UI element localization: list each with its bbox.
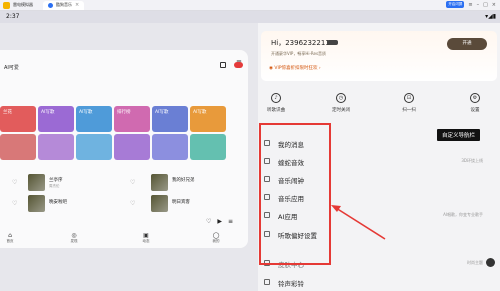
close-icon[interactable]: × bbox=[492, 2, 496, 8]
menu-label: 铃声彩铃 bbox=[278, 280, 304, 288]
greeting-text: Hi，2396232211 bbox=[271, 39, 330, 47]
maximize-icon[interactable]: □ bbox=[483, 2, 488, 8]
category-tile[interactable] bbox=[114, 134, 150, 160]
category-tile[interactable] bbox=[38, 134, 74, 160]
tile-label: 兰花 bbox=[3, 110, 12, 115]
emulator-tab[interactable]: 酷狗音乐 × bbox=[43, 0, 85, 10]
user-icon: ◯ bbox=[212, 232, 220, 239]
category-tile[interactable]: 兰花 bbox=[0, 106, 36, 132]
menu-item-ringtones[interactable]: 铃声彩铃 bbox=[258, 275, 500, 291]
emulator-tab-label: 酷狗音乐 bbox=[56, 2, 72, 7]
category-tile[interactable] bbox=[152, 134, 188, 160]
song-title: 晚安啦吧 bbox=[49, 200, 67, 205]
menu-note: 时尚主题 bbox=[467, 260, 483, 265]
category-tile[interactable]: 排行榜 bbox=[114, 106, 150, 132]
like-icon[interactable]: ♡ bbox=[12, 179, 17, 186]
highlight-box bbox=[259, 123, 331, 265]
song-cover[interactable] bbox=[28, 195, 45, 212]
screen: 雷电模拟器 酷狗音乐 × 开启闪屏 ≡ – □ × 2:37 ▾◢▮ AI可爱 … bbox=[0, 0, 500, 291]
status-time: 2:37 bbox=[6, 13, 20, 20]
quick-label: 听歌识曲 bbox=[267, 108, 285, 113]
song-cover[interactable] bbox=[151, 195, 168, 212]
song-title: 兰亭序 bbox=[49, 178, 63, 183]
emulator-titlebar: 雷电模拟器 酷狗音乐 × 开启闪屏 ≡ – □ × bbox=[0, 0, 500, 11]
avatar bbox=[486, 258, 495, 267]
song-title: 我的好兄弟 bbox=[172, 178, 195, 183]
mini-player-controls: ♡ ▶ ≡ bbox=[206, 218, 233, 225]
menu-icon[interactable]: ≡ bbox=[468, 2, 472, 8]
quick-recognize[interactable]: ♪ 听歌识曲 bbox=[261, 93, 291, 113]
song-cover[interactable] bbox=[151, 174, 168, 191]
tile-label: AI写歌 bbox=[193, 110, 207, 115]
category-tile[interactable] bbox=[190, 134, 226, 160]
live-icon[interactable] bbox=[234, 62, 243, 68]
music-app-background: AI可爱 ≡ 兰花 AI写歌 AI写歌 排行榜 AI写歌 AI写歌 ♡ 兰亭序 … bbox=[0, 50, 248, 248]
home-icon: ⌂ bbox=[8, 232, 12, 239]
category-tile[interactable]: AI写歌 bbox=[38, 106, 74, 132]
menu-note: 3D环绕上线 bbox=[461, 158, 483, 163]
tile-label: AI写歌 bbox=[79, 110, 93, 115]
scan-icon: ⊡ bbox=[404, 93, 414, 103]
quick-settings[interactable]: ⚙ 设置 bbox=[460, 93, 490, 113]
category-tile[interactable]: AI写歌 bbox=[152, 106, 188, 132]
song-cover[interactable] bbox=[28, 174, 45, 191]
app-header-icons bbox=[220, 62, 243, 68]
status-icons: ▾◢▮ bbox=[485, 13, 496, 20]
tile-label: AI写歌 bbox=[41, 110, 55, 115]
profile-card[interactable]: Hi，2396232211 开通豪华VIP，畅享Hi-Res音质 开通 ◉ VI… bbox=[261, 31, 497, 81]
tab-feed[interactable]: ▣ 动态 bbox=[136, 232, 156, 244]
discover-icon: ◎ bbox=[71, 232, 77, 239]
tab-label: 我的 bbox=[212, 239, 220, 243]
category-tile[interactable] bbox=[0, 134, 36, 160]
app-tab-icon bbox=[48, 2, 53, 8]
emulator-title: 雷电模拟器 bbox=[13, 2, 33, 7]
close-tab-icon[interactable]: × bbox=[75, 2, 79, 8]
tab-mine[interactable]: ◯ 我的 bbox=[206, 232, 226, 244]
tile-label: AI写歌 bbox=[155, 110, 169, 115]
bottom-tabbar: ⌂ 首页 ◎ 发现 ▣ 动态 ◯ 我的 bbox=[0, 232, 248, 248]
song-title: 明日宾客 bbox=[172, 200, 190, 205]
tab-label: 首页 bbox=[6, 239, 14, 243]
vip-tip: 开通豪华VIP，畅享Hi-Res音质 bbox=[271, 51, 327, 56]
quick-timer[interactable]: ◷ 定时关闭 bbox=[326, 93, 356, 113]
tab-label: 动态 bbox=[142, 239, 150, 243]
category-tile[interactable]: AI写歌 bbox=[76, 106, 112, 132]
menu-note: AI唱歌，你变专业歌手 bbox=[443, 212, 483, 217]
quick-label: 设置 bbox=[470, 108, 480, 113]
emulator-badge[interactable]: 开启闪屏 bbox=[446, 1, 465, 8]
tab-label: 发现 bbox=[70, 239, 78, 243]
vip-open-button[interactable]: 开通 bbox=[447, 38, 487, 50]
android-status-bar: 2:37 ▾◢▮ bbox=[0, 11, 500, 23]
quick-label: 定时关闭 bbox=[332, 108, 350, 113]
tab-discover[interactable]: ◎ 发现 bbox=[64, 232, 84, 244]
mic-icon[interactable] bbox=[220, 62, 226, 68]
feed-icon: ▣ bbox=[143, 232, 149, 239]
heart-icon[interactable]: ♡ bbox=[206, 218, 211, 225]
recognize-icon: ♪ bbox=[271, 93, 281, 103]
like-icon[interactable]: ♡ bbox=[130, 200, 135, 207]
bell-icon bbox=[264, 279, 270, 285]
vip-banner-text: VIP惊喜折扣限时狂欢 bbox=[274, 66, 318, 71]
playlist-icon[interactable]: ≡ bbox=[228, 218, 233, 225]
like-icon[interactable]: ♡ bbox=[130, 179, 135, 186]
category-tile[interactable]: AI写歌 bbox=[190, 106, 226, 132]
level-badge bbox=[327, 40, 338, 45]
like-icon[interactable]: ♡ bbox=[12, 200, 17, 207]
gear-icon: ⚙ bbox=[470, 93, 480, 103]
tile-label: 排行榜 bbox=[117, 110, 131, 115]
quick-label: 扫一扫 bbox=[402, 108, 416, 113]
play-icon[interactable]: ▶ bbox=[217, 218, 222, 225]
song-subtitle: 周杰伦 bbox=[49, 184, 60, 188]
app-header-text: AI可爱 bbox=[4, 65, 19, 71]
minimize-icon[interactable]: – bbox=[477, 2, 480, 8]
quick-scan[interactable]: ⊡ 扫一扫 bbox=[394, 93, 424, 113]
tab-home[interactable]: ⌂ 首页 bbox=[0, 232, 20, 244]
vip-banner[interactable]: ◉ VIP惊喜折扣限时狂欢 › bbox=[269, 65, 321, 71]
category-tile[interactable] bbox=[76, 134, 112, 160]
clock-icon: ◷ bbox=[336, 93, 346, 103]
emulator-window-controls: 开启闪屏 ≡ – □ × bbox=[446, 1, 496, 8]
quick-actions: ♪ 听歌识曲 ◷ 定时关闭 ⊡ 扫一扫 ⚙ 设置 bbox=[258, 93, 500, 123]
emulator-logo-icon bbox=[3, 1, 10, 9]
